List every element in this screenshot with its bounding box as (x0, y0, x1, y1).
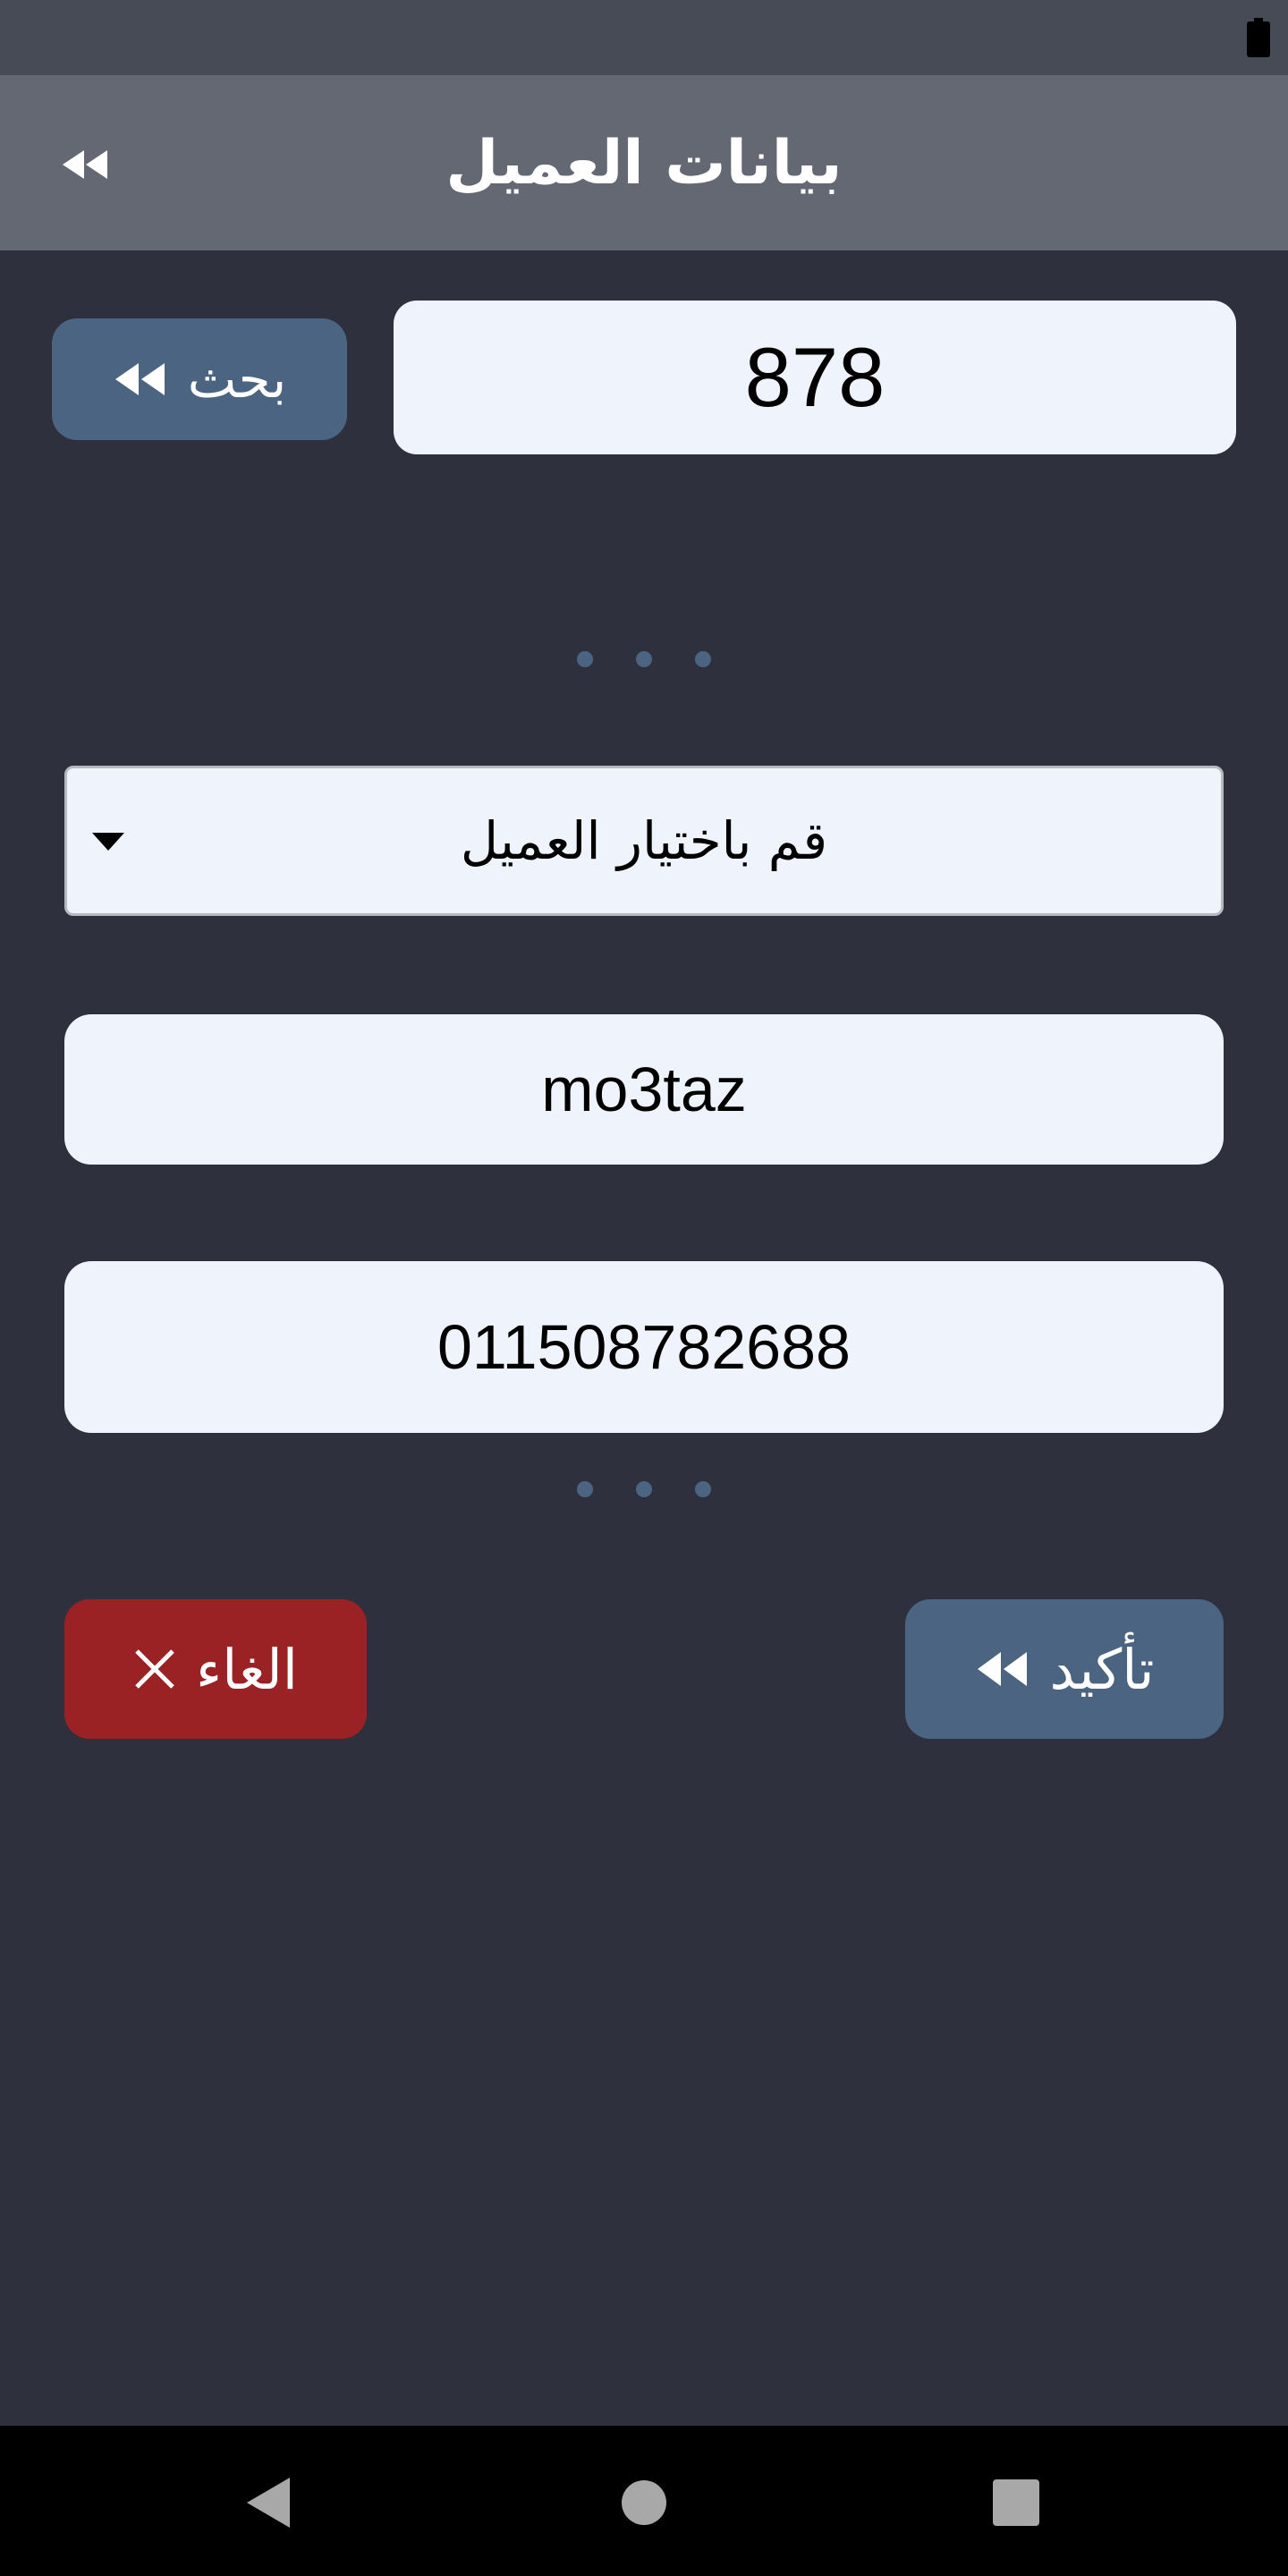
double-chevron-left-icon (977, 1652, 1027, 1686)
search-button-label: بحث (187, 349, 287, 410)
confirm-button-label: تأكيد (1049, 1636, 1155, 1702)
section-divider-dots (0, 651, 1288, 678)
square-recents-icon[interactable] (987, 2474, 1045, 2531)
confirm-button[interactable]: تأكيد (905, 1599, 1224, 1739)
search-button[interactable]: بحث (52, 318, 347, 440)
section-divider-dots (0, 1481, 1288, 1508)
divider-dot (636, 651, 652, 667)
divider-dot (577, 1481, 593, 1497)
caret-down-icon (92, 833, 124, 851)
circle-home-icon[interactable] (615, 2474, 673, 2531)
triangle-back-icon[interactable] (242, 2474, 299, 2531)
cancel-button[interactable]: الغاء (64, 1599, 367, 1739)
app-bar: بيانات العميل (0, 75, 1288, 250)
customer-name-field[interactable] (64, 1014, 1224, 1165)
divider-dot (636, 1481, 652, 1497)
page-title: بيانات العميل (445, 127, 843, 199)
double-chevron-left-icon (114, 363, 165, 395)
status-bar (0, 0, 1288, 75)
divider-dot (577, 651, 593, 667)
back-button[interactable] (50, 129, 122, 200)
close-icon (135, 1649, 174, 1689)
search-input[interactable] (394, 301, 1236, 454)
divider-dot (695, 651, 711, 667)
system-nav-bar (0, 2426, 1288, 2576)
cancel-button-label: الغاء (195, 1636, 299, 1702)
customer-select[interactable]: قم باختيار العميل (64, 766, 1224, 916)
double-chevron-left-icon (63, 150, 107, 179)
customer-select-value: قم باختيار العميل (460, 810, 828, 871)
customer-phone-field[interactable] (64, 1261, 1224, 1433)
divider-dot (695, 1481, 711, 1497)
battery-icon (1247, 18, 1270, 57)
